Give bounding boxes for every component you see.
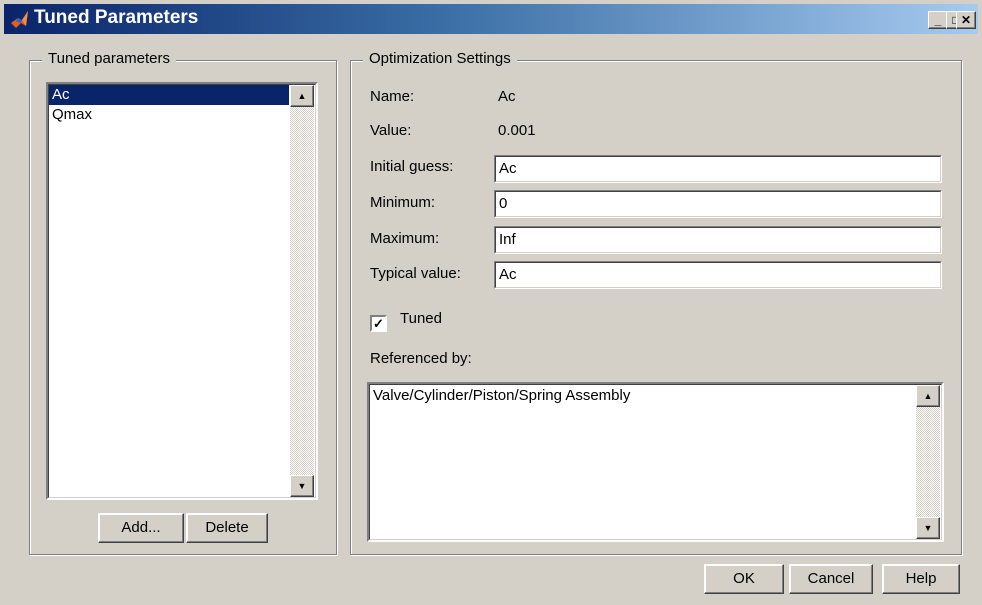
optimization-settings-group-label: Optimization Settings xyxy=(363,50,517,67)
list-item[interactable]: Ac xyxy=(49,85,289,105)
tuned-checkbox[interactable]: ✓ xyxy=(370,315,387,332)
close-button[interactable]: ✕ xyxy=(956,11,976,29)
tuned-parameters-group-label: Tuned parameters xyxy=(42,50,177,67)
initial-guess-field[interactable]: Ac xyxy=(494,155,942,183)
list-scrollbar[interactable]: ▲ ▼ xyxy=(290,85,314,497)
referenced-by-list[interactable]: Valve/Cylinder/Piston/Spring Assembly ▲ … xyxy=(367,382,944,542)
value-label: Value: xyxy=(370,122,412,139)
minimize-button[interactable]: _ xyxy=(928,11,948,29)
help-button[interactable]: Help xyxy=(882,564,960,594)
name-label: Name: xyxy=(370,88,415,105)
minimum-label: Minimum: xyxy=(370,194,436,211)
minimum-field[interactable]: 0 xyxy=(494,190,942,218)
typical-value-field[interactable]: Ac xyxy=(494,261,942,289)
matlab-logo-icon xyxy=(11,11,28,28)
maximum-label: Maximum: xyxy=(370,230,440,247)
tuned-label: Tuned xyxy=(400,310,442,327)
value-value: 0.001 xyxy=(498,122,536,139)
initial-guess-label: Initial guess: xyxy=(370,158,454,175)
maximum-field[interactable]: Inf xyxy=(494,226,942,254)
name-value: Ac xyxy=(498,88,516,105)
add-button[interactable]: Add... xyxy=(98,513,184,543)
cancel-button[interactable]: Cancel xyxy=(789,564,873,594)
scroll-up-button[interactable]: ▲ xyxy=(290,85,314,107)
typical-value-label: Typical value: xyxy=(370,265,461,282)
title-bar[interactable]: Tuned Parameters _ □ ✕ xyxy=(4,4,978,34)
list-item[interactable]: Qmax xyxy=(49,105,289,125)
scroll-up-button[interactable]: ▲ xyxy=(916,385,940,407)
ok-button[interactable]: OK xyxy=(704,564,784,594)
list-item[interactable]: Valve/Cylinder/Piston/Spring Assembly xyxy=(370,386,910,406)
referenced-by-label: Referenced by: xyxy=(370,350,472,367)
delete-button[interactable]: Delete xyxy=(186,513,268,543)
dialog-window: Tuned Parameters _ □ ✕ Tuned parameters … xyxy=(0,0,982,605)
referenced-scrollbar[interactable]: ▲ ▼ xyxy=(916,385,940,539)
window-title: Tuned Parameters xyxy=(34,7,199,28)
scroll-down-button[interactable]: ▼ xyxy=(916,517,940,539)
scroll-down-button[interactable]: ▼ xyxy=(290,475,314,497)
tuned-parameters-list[interactable]: Ac Qmax ▲ ▼ xyxy=(46,82,318,500)
